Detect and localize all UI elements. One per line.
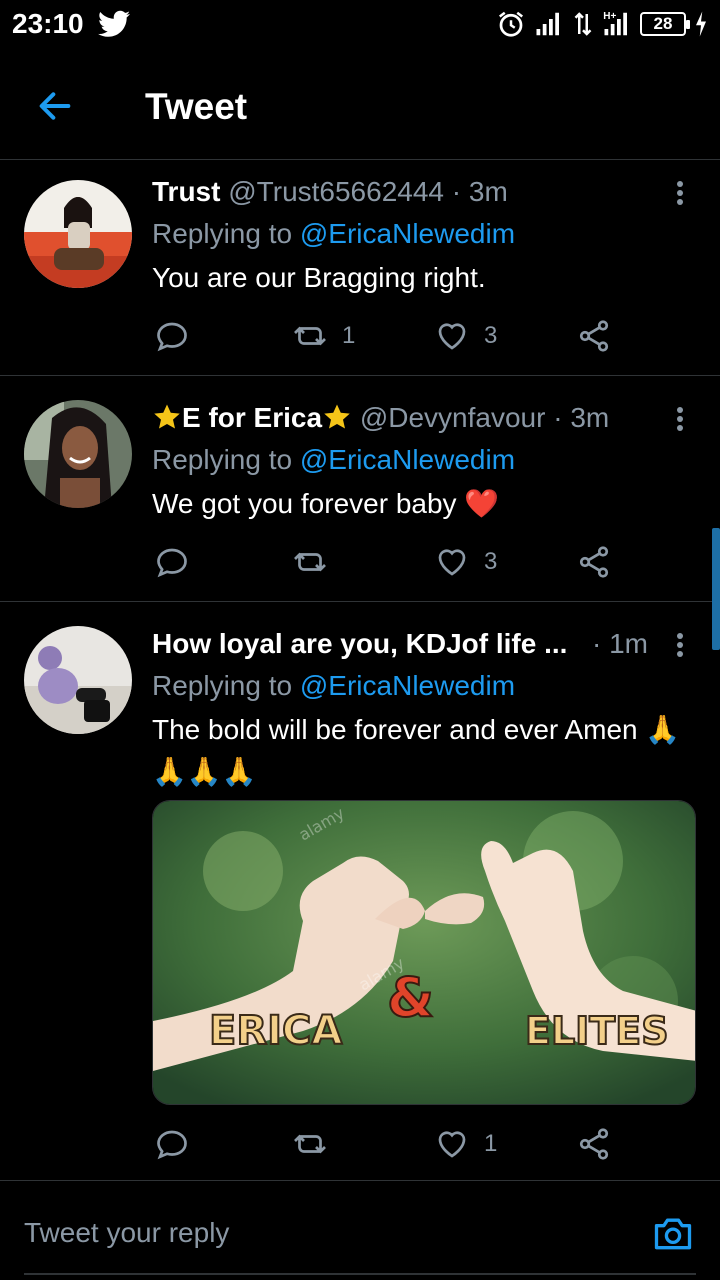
tweet-text: We got you forever baby ❤️ bbox=[152, 488, 500, 519]
star-icon bbox=[324, 404, 350, 429]
tweet-time: · 1m bbox=[592, 628, 648, 659]
top-app-bar: Tweet bbox=[0, 50, 720, 160]
retweet-button[interactable] bbox=[292, 542, 342, 582]
retweet-icon bbox=[294, 1134, 326, 1154]
share-icon bbox=[579, 1128, 609, 1160]
avatar[interactable] bbox=[24, 626, 132, 734]
avatar[interactable] bbox=[24, 180, 132, 288]
like-button[interactable]: 1 bbox=[434, 1124, 497, 1164]
camera-icon[interactable] bbox=[650, 1211, 696, 1255]
share-button[interactable] bbox=[576, 1124, 612, 1164]
tweet-time-wrap: · 1m bbox=[592, 628, 648, 660]
tweet-actions: 1 bbox=[152, 1124, 622, 1164]
more-options-icon[interactable] bbox=[674, 630, 686, 664]
retweet-count: 1 bbox=[342, 322, 356, 349]
author-name[interactable]: Trust bbox=[152, 176, 220, 207]
share-icon bbox=[579, 546, 609, 578]
reply-input[interactable] bbox=[24, 1211, 604, 1255]
data-arrows-icon bbox=[574, 12, 592, 36]
tweet-item[interactable]: Trust @Trust65662444 · 3m Replying to @E… bbox=[0, 160, 720, 376]
author-name[interactable]: E for Erica bbox=[182, 402, 322, 433]
star-icon bbox=[154, 404, 180, 429]
page-title: Tweet bbox=[145, 86, 248, 127]
retweet-button[interactable] bbox=[292, 1124, 342, 1164]
replying-label: Replying to bbox=[152, 670, 293, 701]
signal-icon bbox=[536, 12, 559, 36]
avatar[interactable] bbox=[24, 400, 132, 508]
tweet-actions: 1 3 bbox=[152, 316, 622, 356]
replying-to: Replying to @EricaNlewedim bbox=[152, 670, 515, 702]
tweet-meta: Trust @Trust65662444 · 3m bbox=[152, 176, 508, 208]
battery-icon: 28 bbox=[640, 12, 690, 36]
tweet-image[interactable]: ERICA & ELITES alamy alamy bbox=[152, 800, 696, 1105]
image-left-word: ERICA bbox=[209, 1008, 342, 1054]
author-handle[interactable]: @Devynfavour bbox=[360, 402, 546, 433]
image-right-word: ELITES bbox=[525, 1009, 669, 1053]
status-icons: H+ 28 bbox=[496, 8, 708, 40]
hplus-signal-icon: H+ bbox=[603, 11, 627, 36]
share-icon bbox=[579, 320, 609, 352]
replying-label: Replying to bbox=[152, 218, 293, 249]
arrow-left-icon[interactable] bbox=[34, 86, 76, 126]
heart-icon bbox=[438, 549, 466, 576]
tweet-time: · 3m bbox=[451, 176, 508, 207]
svg-text:H+: H+ bbox=[603, 11, 616, 22]
replying-handle-link[interactable]: @EricaNlewedim bbox=[300, 444, 515, 475]
like-count: 3 bbox=[484, 322, 498, 349]
like-button[interactable]: 3 bbox=[434, 316, 497, 356]
twitter-icon bbox=[98, 10, 130, 37]
tweet-item[interactable]: E for Erica @Devynfavour · 3m Replying t… bbox=[0, 376, 720, 602]
tweet-time: · 3m bbox=[553, 402, 610, 433]
reply-button[interactable] bbox=[154, 316, 190, 356]
share-button[interactable] bbox=[576, 316, 612, 356]
tweet-text: The bold will be forever and ever Amen 🙏… bbox=[152, 714, 681, 787]
status-time: 23:10 bbox=[12, 8, 84, 39]
retweet-icon bbox=[294, 552, 326, 572]
divider bbox=[24, 1273, 696, 1275]
tweet-item[interactable]: How loyal are you, KDJof life ... · 1m R… bbox=[0, 602, 720, 1180]
reply-icon bbox=[157, 548, 187, 578]
tweet-text: You are our Bragging right. bbox=[152, 262, 486, 293]
scrollbar-thumb[interactable] bbox=[712, 528, 720, 650]
tweet-meta: E for Erica @Devynfavour · 3m bbox=[152, 402, 609, 434]
alarm-icon bbox=[499, 11, 523, 37]
author-handle[interactable]: @Trust65662444 bbox=[228, 176, 444, 207]
like-count: 1 bbox=[484, 1130, 498, 1157]
like-count: 3 bbox=[484, 548, 498, 575]
reply-composer bbox=[0, 1180, 720, 1280]
reply-icon bbox=[157, 322, 187, 352]
reply-icon bbox=[157, 1130, 187, 1160]
tweet-actions: 3 bbox=[152, 542, 622, 582]
replying-handle-link[interactable]: @EricaNlewedim bbox=[300, 670, 515, 701]
reply-button[interactable] bbox=[154, 542, 190, 582]
retweet-icon bbox=[294, 326, 326, 346]
reply-button[interactable] bbox=[154, 1124, 190, 1164]
more-options-icon[interactable] bbox=[674, 178, 686, 212]
replying-to: Replying to @EricaNlewedim bbox=[152, 218, 515, 250]
replying-handle-link[interactable]: @EricaNlewedim bbox=[300, 218, 515, 249]
like-button[interactable]: 3 bbox=[434, 542, 497, 582]
retweet-button[interactable]: 1 bbox=[292, 316, 355, 356]
share-button[interactable] bbox=[576, 542, 612, 582]
author-name[interactable]: How loyal are you, KDJof life ... bbox=[152, 628, 567, 659]
replying-label: Replying to bbox=[152, 444, 293, 475]
status-bar: 23:10 H+ 28 bbox=[0, 0, 720, 50]
replying-to: Replying to @EricaNlewedim bbox=[152, 444, 515, 476]
tweet-meta: How loyal are you, KDJof life ... bbox=[152, 628, 567, 660]
more-options-icon[interactable] bbox=[674, 404, 686, 438]
heart-icon bbox=[438, 323, 466, 350]
heart-icon bbox=[438, 1131, 466, 1158]
charging-icon bbox=[696, 11, 706, 37]
